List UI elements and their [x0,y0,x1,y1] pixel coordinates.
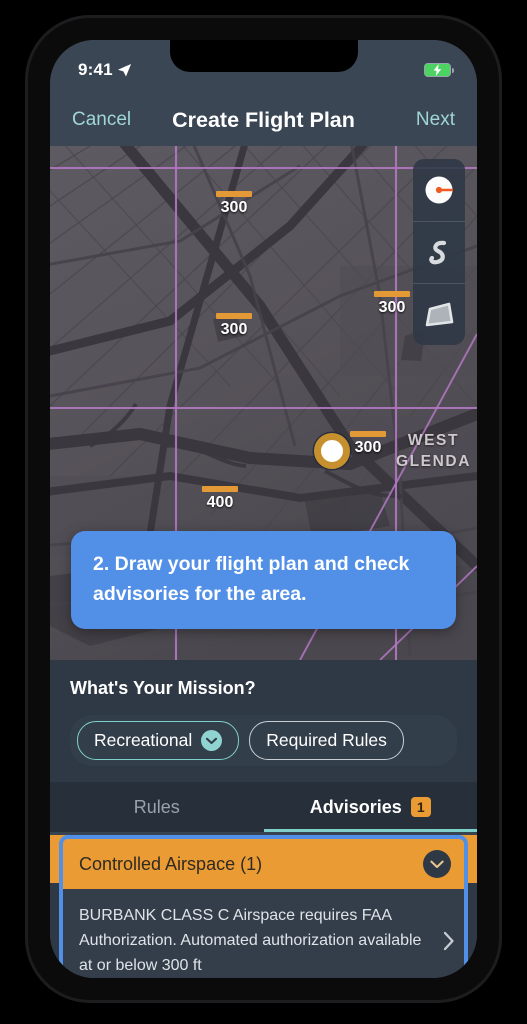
draw-path-icon[interactable] [413,221,465,283]
map-tools-rail [413,159,465,345]
advisory-body-text: BURBANK CLASS C Airspace requires FAA Au… [79,907,422,974]
mission-chip-required-rules[interactable]: Required Rules [249,721,404,760]
advisory-area: Controlled Airspace (1) BURBANK CLASS C … [50,835,477,978]
altitude-label: 300 [220,199,248,216]
altitude-label: 400 [206,494,234,511]
altitude-label: 300 [354,439,382,456]
location-arrow-icon [117,63,131,76]
draw-path-glyph [429,240,447,264]
battery-fill [425,64,450,76]
status-time-label: 9:41 [78,60,113,79]
mission-chip-row: Recreational Required Rules [70,715,457,766]
status-badge: 1 [410,797,431,817]
map-place-label-line2: GLENDA [395,453,471,470]
navigation-bar: Cancel Create Flight Plan Next [50,94,477,146]
flight-waypoint-marker[interactable] [314,433,350,469]
tab-label: Rules [133,796,180,817]
tab-label: Advisories [309,796,402,817]
notch [169,40,358,72]
mission-chip-recreational[interactable]: Recreational [77,721,240,760]
advisory-card[interactable]: Controlled Airspace (1) BURBANK CLASS C … [59,835,468,978]
phone-frame: 9:41 Cancel Create Flight Plan Next 300 … [28,18,499,1000]
altitude-bar [216,191,252,197]
altitude-marker: 300 [216,191,252,217]
altitude-marker: 300 [374,291,410,317]
draw-area-glyph [425,302,454,326]
chevron-down-icon [201,730,223,751]
chevron-down-glyph [206,737,218,744]
battery-charging-icon [424,63,454,77]
chevron-right-icon[interactable] [442,930,456,952]
tab-bar: Rules Advisories 1 [50,782,477,832]
map-place-label-line1: WEST [407,432,460,449]
next-button[interactable]: Next [416,109,455,131]
altitude-marker: 400 [202,486,238,512]
altitude-marker: 300 [216,313,252,339]
altitude-marker: 300 [350,431,386,457]
advisory-header[interactable]: Controlled Airspace (1) [63,839,464,889]
tab-rules[interactable]: Rules [50,782,264,832]
altitude-bar [374,291,410,297]
map-place-label: WEST GLENDA [396,430,471,472]
tooltip-text: 2. Draw your flight plan and check advis… [93,553,410,605]
chevron-down-glyph [430,860,444,868]
advisory-header-title: Controlled Airspace (1) [79,853,263,874]
page-title: Create Flight Plan [172,107,355,132]
advisory-body[interactable]: BURBANK CLASS C Airspace requires FAA Au… [63,889,464,978]
cancel-button[interactable]: Cancel [72,109,131,131]
altitude-label: 300 [378,299,406,316]
compass-glyph [425,176,453,204]
altitude-bar [350,431,386,437]
altitude-bar [216,313,252,319]
charging-bolt-icon [433,64,442,76]
chevron-down-icon[interactable] [423,850,451,878]
draw-area-icon[interactable] [413,283,465,345]
map-view[interactable]: 300 300 300 300 400 WEST GLENDA 2. Draw … [50,146,477,660]
onboarding-tooltip[interactable]: 2. Draw your flight plan and check advis… [71,531,456,629]
mission-title: What's Your Mission? [70,678,256,698]
status-time-group: 9:41 [78,60,132,80]
mission-chip-label: Required Rules [266,730,387,750]
altitude-bar [202,486,238,492]
tab-advisories[interactable]: Advisories 1 [263,782,478,832]
mission-chip-label: Recreational [94,730,193,750]
altitude-label: 300 [220,321,248,338]
mission-section: What's Your Mission? Recreational Requir… [50,660,477,782]
phone-screen: 9:41 Cancel Create Flight Plan Next 300 … [50,40,477,978]
compass-icon[interactable] [413,159,465,221]
